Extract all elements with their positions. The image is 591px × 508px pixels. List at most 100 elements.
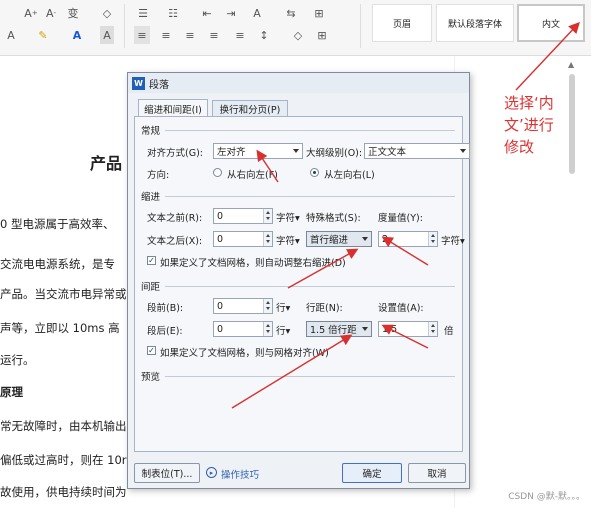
style-body-text[interactable]: 内文 [517, 4, 585, 42]
line-spacing-select[interactable]: 1.5 倍行距 [306, 321, 372, 337]
paragraph-dialog[interactable]: W 段落 缩进和间距(I) 换行和分页(P) 常规 对齐方式(G): 左对齐 大… [127, 72, 470, 489]
section-rule [165, 376, 455, 377]
unit-dropdown[interactable]: 字符▾ [276, 210, 300, 224]
ribbon-toolbar: A + A- 变 ◇ A A ✎ A ☰ ☷ ⇤ ⇥ A ⇆ ⊞ ≡ ≡ ≡ ≡ … [0, 0, 591, 56]
style-default-para[interactable]: 默认段落字体 [436, 4, 514, 42]
font-color-button[interactable]: A [70, 26, 84, 44]
chinese-layout-button[interactable]: A [248, 4, 266, 22]
dialog-titlebar[interactable]: W 段落 [128, 73, 469, 93]
measure-unit-dropdown[interactable]: 字符▾ [441, 233, 465, 247]
align-center-button[interactable]: ≡ [158, 26, 174, 44]
decrease-indent-button[interactable]: ⇤ [198, 4, 216, 22]
rtl-label: 从右向左(F) [227, 170, 278, 181]
chevron-down-icon [362, 237, 368, 241]
doc-line: 产品。当交流市电异常或 [0, 287, 127, 301]
outline-level-select[interactable]: 正文文本 [364, 143, 470, 159]
ribbon-divider [360, 4, 361, 48]
tab-indent-spacing[interactable]: 缩进和间距(I) [138, 99, 208, 117]
setting-unit: 倍 [444, 326, 454, 337]
spin-buttons-icon[interactable] [263, 209, 272, 223]
spin-buttons-icon[interactable] [428, 322, 437, 336]
style-header-label: 页眉 [392, 19, 411, 30]
section-spacing: 间距 [141, 282, 161, 293]
spacing-grid-checkbox[interactable]: ✓ [147, 346, 156, 355]
unit-dropdown[interactable]: 行▾ [276, 300, 290, 314]
doc-line: 0 型电源属于高效率、 [0, 217, 115, 231]
tab-panel: 常规 对齐方式(G): 左对齐 大纲级别(O): 正文文本 方向: 从右向左(F… [134, 116, 470, 452]
spin-buttons-icon[interactable] [263, 232, 272, 246]
setting-value-input[interactable]: 1.5 [378, 321, 438, 337]
line-spacing-label: 行距(N): [306, 303, 343, 314]
borders-button[interactable]: ⊞ [314, 26, 330, 44]
font-grow-button[interactable]: A + [24, 4, 38, 22]
ok-button[interactable]: 确定 [342, 463, 402, 483]
bullet-list-button[interactable]: ☰ [134, 4, 152, 22]
spin-buttons-icon[interactable] [428, 232, 437, 246]
text-effect-button[interactable]: A [4, 26, 18, 44]
align-right-button[interactable]: ≡ [182, 26, 198, 44]
spacing-grid-label: 如果定义了文档网格，则与网格对齐(W) [160, 348, 329, 359]
unit-dropdown[interactable]: 行▾ [276, 323, 290, 337]
setting-value-label: 设置值(A): [378, 303, 424, 314]
section-rule [165, 130, 455, 131]
chevron-down-icon [362, 327, 368, 331]
font-shrink-button[interactable]: A- [44, 4, 58, 22]
indent-before-input[interactable]: 0 [213, 208, 273, 224]
indent-grid-checkbox[interactable]: ✓ [147, 256, 156, 265]
spin-buttons-icon[interactable] [263, 322, 272, 336]
chevron-down-icon [293, 149, 299, 153]
cancel-button[interactable]: 取消 [408, 463, 466, 483]
vertical-scrollbar[interactable]: ▲ [566, 60, 578, 260]
space-after-label: 段后(E): [147, 326, 183, 337]
increase-indent-button[interactable]: ⇥ [222, 4, 240, 22]
doc-line: 故使用，供电持续时间为 [0, 485, 127, 499]
scrollbar-thumb[interactable] [569, 74, 575, 174]
style-header[interactable]: 页眉 [372, 4, 432, 42]
space-before-input[interactable]: 0 [213, 298, 273, 314]
tips-icon: ▸ [206, 467, 217, 478]
annotation-text: 选择‘内 文’进行 修改 [504, 92, 554, 158]
tips-link[interactable]: 操作技巧 [221, 467, 259, 481]
clear-format-button[interactable]: ◇ [100, 4, 114, 22]
annotation-line: 修改 [504, 138, 535, 156]
unit-dropdown[interactable]: 字符▾ [276, 233, 300, 247]
doc-line: 常无故障时，由本机输出 [0, 419, 127, 433]
align-left-button[interactable]: ≡ [134, 26, 150, 44]
alignment-select[interactable]: 左对齐 [213, 143, 303, 159]
outline-label: 大纲级别(O): [306, 148, 363, 159]
ltr-radio[interactable] [310, 168, 319, 177]
indent-after-input[interactable]: 0 [213, 231, 273, 247]
tab-label: 缩进和间距(I) [144, 104, 202, 116]
justify-button[interactable]: ≡ [206, 26, 222, 44]
section-general: 常规 [141, 126, 161, 137]
alignment-value: 左对齐 [217, 147, 246, 158]
space-after-value: 0 [217, 323, 224, 335]
spin-buttons-icon[interactable] [263, 299, 272, 313]
phonetic-button[interactable]: 变 [66, 4, 80, 22]
distribute-button[interactable]: ≡ [232, 26, 248, 44]
annotation-line: 文’进行 [504, 116, 554, 134]
direction-label: 方向: [147, 170, 170, 181]
ok-label: 确定 [362, 469, 382, 480]
doc-line: 声等，立即以 10ms 高 [0, 321, 120, 335]
indent-grid-label: 如果定义了文档网格，则自动调整右缩进(D) [160, 258, 346, 269]
space-after-input[interactable]: 0 [213, 321, 273, 337]
section-indent: 缩进 [141, 192, 161, 203]
line-spacing-button[interactable]: ↕ [256, 26, 272, 44]
number-list-button[interactable]: ☷ [164, 4, 182, 22]
tab-stops-button[interactable]: 制表位(T)... [134, 463, 200, 483]
ribbon-divider [124, 4, 125, 48]
sort-button[interactable]: ⊞ [312, 4, 326, 22]
highlight-button[interactable]: ✎ [36, 26, 50, 44]
special-format-select[interactable]: 首行缩进 [306, 231, 372, 247]
measure-label: 度量值(Y): [378, 213, 423, 224]
scroll-up-icon[interactable]: ▲ [568, 60, 574, 69]
measure-input[interactable]: 2 [378, 231, 438, 247]
annotation-line: 选择‘内 [504, 94, 554, 112]
section-rule [165, 196, 455, 197]
tab-line-page-break[interactable]: 换行和分页(P) [212, 100, 288, 116]
shading-button[interactable]: ◇ [290, 26, 306, 44]
rtl-radio[interactable] [213, 168, 222, 177]
char-shade-button[interactable]: A [100, 26, 114, 44]
text-direction-button[interactable]: ⇆ [282, 4, 300, 22]
